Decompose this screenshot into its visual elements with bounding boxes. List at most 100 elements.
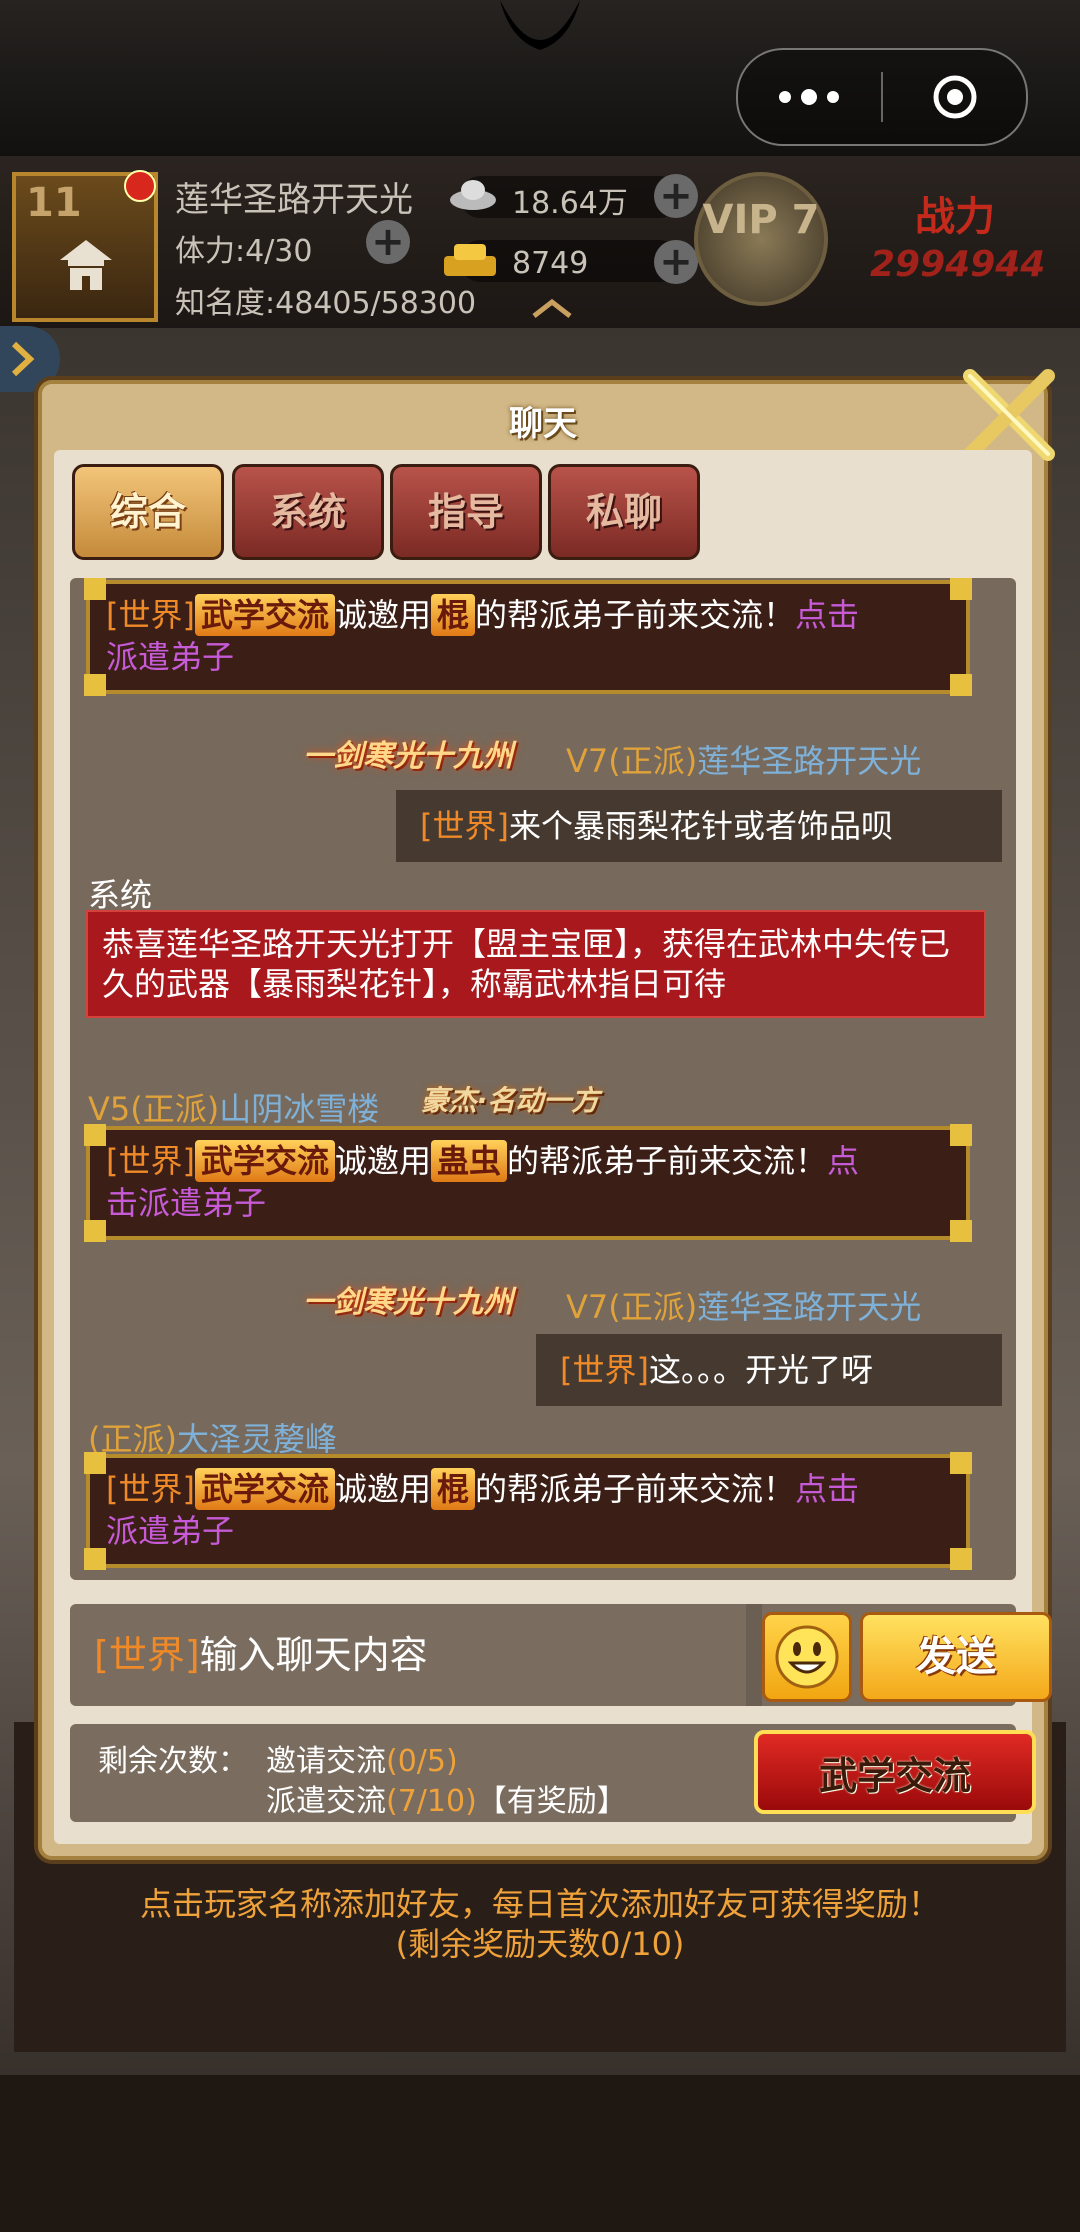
input-placeholder: 输入聊天内容 bbox=[199, 1633, 428, 1677]
chat-bubble: [世界]来个暴雨梨花针或者饰品呗 bbox=[396, 790, 1002, 862]
wuxue-badge: 武学交流 bbox=[194, 594, 335, 636]
tip-line: 点击玩家名称添加好友，每日首次添加好友可获得奖励！ bbox=[139, 1885, 940, 1923]
vip-tag: V5 bbox=[88, 1090, 131, 1128]
wuxue-badge: 武学交流 bbox=[194, 1140, 335, 1182]
dispatch-link[interactable]: 击派遣弟子 bbox=[106, 1184, 266, 1222]
add-gold-button[interactable]: + bbox=[654, 240, 698, 284]
gold-amount: 8749 bbox=[512, 246, 589, 281]
card-corner bbox=[950, 578, 972, 600]
smiley-face-icon bbox=[775, 1625, 839, 1689]
weapon-badge: 棍 bbox=[431, 594, 476, 636]
tab-general[interactable]: 综合 bbox=[72, 464, 224, 560]
dispatch-link[interactable]: 点击 bbox=[795, 596, 859, 634]
tab-system[interactable]: 系统 bbox=[232, 464, 384, 560]
fame-text: 知名度:48405/58300 bbox=[175, 286, 477, 321]
faction-tag: (正派) bbox=[608, 742, 698, 780]
dispatch-count: (7/10) bbox=[386, 1784, 477, 1819]
power-value: 2994944 bbox=[870, 244, 1046, 285]
notification-dot bbox=[124, 170, 156, 202]
remaining-count-row: 剩余次数： 邀请交流(0/5) 派遣交流(7/10)【有奖励】 武学交流 bbox=[70, 1724, 1036, 1822]
dispatch-link[interactable]: 派遣弟子 bbox=[106, 1512, 234, 1550]
silver-ingot-icon bbox=[450, 180, 496, 210]
card-corner bbox=[950, 1452, 972, 1474]
card-corner bbox=[84, 578, 106, 600]
player-title-banner: 一剑寒光十九州 bbox=[303, 1285, 513, 1320]
system-message: 恭喜莲华圣路开天光打开【盟主宝匣】，获得在武林中失传已久的武器【暴雨梨花针】，称… bbox=[86, 910, 986, 1018]
level-number: 11 bbox=[26, 180, 82, 226]
remaining-label: 剩余次数： bbox=[98, 1744, 248, 1779]
input-channel-tag[interactable]: [世界] bbox=[94, 1633, 200, 1677]
invite-text: 的帮派弟子前来交流！ bbox=[507, 1142, 828, 1180]
close-mini-program-icon[interactable] bbox=[932, 74, 978, 120]
bottom-strip bbox=[0, 2075, 1080, 2232]
chat-input[interactable]: [世界]输入聊天内容 bbox=[70, 1604, 746, 1706]
sender-line[interactable]: V7(正派)莲华圣路开天光 bbox=[566, 736, 921, 782]
player-title-banner: 豪杰·名动一方 bbox=[420, 1084, 600, 1117]
channel-tag: [世界] bbox=[106, 1142, 195, 1180]
chat-message-list[interactable]: [世界] 武学交流 诚邀用棍的帮派弟子前来交流！点击 派遣弟子 一剑寒光十九州 V7(… bbox=[70, 578, 1016, 1580]
card-corner bbox=[84, 674, 106, 696]
sender-name[interactable]: 大泽灵嫠峰 bbox=[177, 1420, 337, 1458]
dot-icon bbox=[801, 89, 817, 105]
chat-input-row: [世界]输入聊天内容 发送 bbox=[70, 1604, 1052, 1706]
tab-private[interactable]: 私聊 bbox=[548, 464, 700, 560]
house-icon bbox=[60, 240, 112, 290]
player-title-banner: 一剑寒光十九州 bbox=[303, 739, 513, 774]
vip-tag: V7 bbox=[566, 1288, 609, 1326]
martial-exchange-button[interactable]: 武学交流 bbox=[754, 1730, 1036, 1814]
card-corner bbox=[950, 1124, 972, 1146]
faction-tag: (正派) bbox=[130, 1090, 220, 1128]
ornament-icon bbox=[500, 0, 580, 50]
invite-text: 的帮派弟子前来交流！ bbox=[475, 596, 796, 634]
chat-bubble: [世界]这。。。开光了呀 bbox=[536, 1334, 1002, 1406]
player-status-bar: 11 莲华圣路开天光 体力:4/30 知名度:48405/58300 + 18.… bbox=[0, 156, 1080, 328]
card-corner bbox=[84, 1124, 106, 1146]
add-silver-button[interactable]: + bbox=[654, 174, 698, 218]
chat-dialog: 聊天 综合 系统 指导 私聊 [世界] 武学交流 诚邀用棍的帮派弟子前来交流！点击派… bbox=[38, 369, 1055, 1860]
silver-amount: 18.64万 bbox=[512, 186, 628, 221]
vip-badge[interactable]: VIP 7 bbox=[694, 172, 828, 306]
tab-guide[interactable]: 指导 bbox=[390, 464, 542, 560]
sender-line[interactable]: V7(正派)莲华圣路开天光 bbox=[566, 1282, 921, 1328]
faction-tag: (正派) bbox=[608, 1288, 698, 1326]
sender-name[interactable]: 莲华圣路开天光 bbox=[697, 1288, 921, 1326]
dispatch-link[interactable]: 点击 bbox=[795, 1470, 859, 1508]
level-badge[interactable]: 11 bbox=[12, 170, 158, 322]
input-divider bbox=[746, 1604, 762, 1706]
wuxue-badge: 武学交流 bbox=[194, 1468, 335, 1510]
dialog-title: 聊天 bbox=[509, 404, 577, 444]
dispatch-link[interactable]: 点 bbox=[827, 1142, 859, 1180]
dispatch-label: 派遣交流 bbox=[266, 1784, 386, 1819]
sender-name[interactable]: 莲华圣路开天光 bbox=[697, 742, 921, 780]
invite-count: (0/5) bbox=[386, 1744, 458, 1779]
sender-name[interactable]: 山阴冰雪楼 bbox=[219, 1090, 379, 1128]
card-corner bbox=[950, 674, 972, 696]
capsule-divider bbox=[881, 72, 883, 122]
invite-text: 的帮派弟子前来交流！ bbox=[475, 1470, 796, 1508]
channel-tag: [世界] bbox=[560, 1351, 649, 1389]
sender-line[interactable]: V5(正派)山阴冰雪楼 bbox=[88, 1084, 379, 1130]
send-button[interactable]: 发送 bbox=[860, 1612, 1052, 1702]
weapon-badge: 蛊虫 bbox=[431, 1140, 508, 1182]
player-name[interactable]: 莲华圣路开天光 bbox=[175, 172, 413, 221]
invite-remaining: 邀请交流(0/5) bbox=[266, 1736, 458, 1780]
invite-message-card: [世界] 武学交流 诚邀用 蛊虫 的帮派弟子前来交流！点 击派遣弟子 bbox=[84, 1124, 972, 1242]
emoji-button[interactable] bbox=[762, 1612, 852, 1702]
channel-tag: [世界] bbox=[106, 596, 195, 634]
more-options-button[interactable] bbox=[738, 50, 880, 144]
dispatch-link[interactable]: 派遣弟子 bbox=[106, 638, 234, 676]
gold-ingot-icon bbox=[444, 244, 496, 276]
card-corner bbox=[84, 1548, 106, 1570]
channel-tag: [世界] bbox=[420, 807, 509, 845]
invite-text: 诚邀用 bbox=[335, 596, 432, 634]
dot-icon bbox=[827, 91, 839, 103]
card-corner bbox=[84, 1452, 106, 1474]
chevron-up-icon[interactable] bbox=[530, 296, 574, 320]
invite-message-card: [世界] 武学交流 诚邀用棍的帮派弟子前来交流！点击派遣弟子 bbox=[84, 578, 972, 696]
card-corner bbox=[84, 1220, 106, 1242]
dot-icon bbox=[779, 91, 791, 103]
tip-line: (剩余奖励天数0/10) bbox=[395, 1925, 685, 1963]
weapon-badge: 棍 bbox=[431, 1468, 476, 1510]
add-stamina-button[interactable]: + bbox=[366, 220, 410, 264]
invite-text: 诚邀用 bbox=[335, 1470, 432, 1508]
